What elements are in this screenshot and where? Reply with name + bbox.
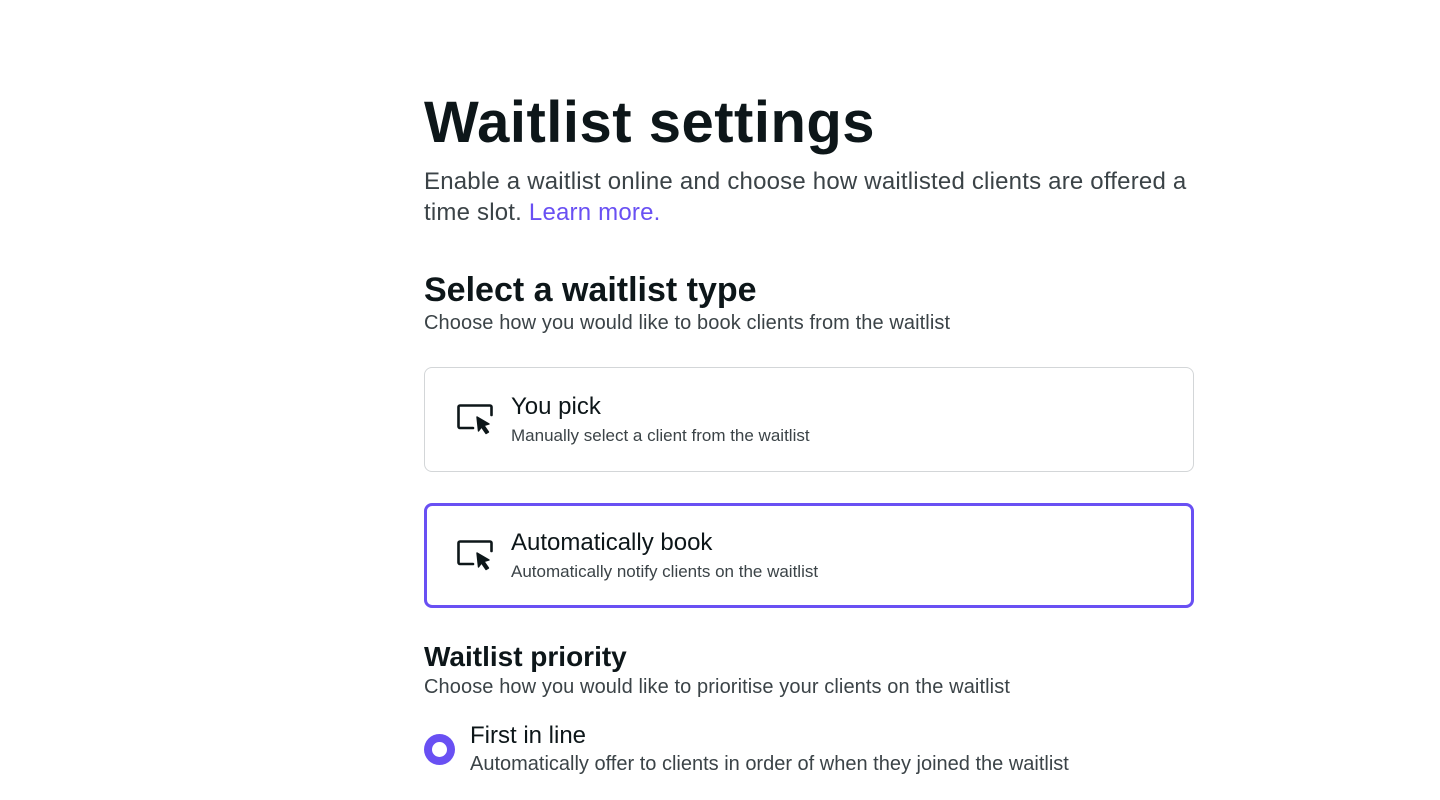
radio-selected-dot: [432, 742, 447, 757]
first-in-line-label[interactable]: First in line: [470, 721, 586, 751]
waitlist-type-description: Choose how you would like to book client…: [424, 312, 951, 334]
page-description: Enable a waitlist online and choose how …: [424, 166, 1194, 228]
waitlist-priority-title: Waitlist priority: [424, 641, 627, 672]
learn-more-link[interactable]: Learn more.: [529, 199, 661, 226]
option-title: Automatically book: [511, 529, 713, 556]
waitlist-type-option-automatically-book[interactable]: Automatically book Automatically notify …: [424, 503, 1194, 608]
screen-cursor-icon: [457, 540, 493, 571]
page-title: Waitlist settings: [424, 90, 876, 155]
option-subtitle: Manually select a client from the waitli…: [511, 426, 810, 445]
first-in-line-radio[interactable]: [424, 734, 455, 765]
page: Waitlist settings Enable a waitlist onli…: [0, 0, 1440, 800]
waitlist-type-title: Select a waitlist type: [424, 271, 757, 309]
waitlist-priority-description: Choose how you would like to prioritise …: [424, 676, 1010, 698]
option-subtitle: Automatically notify clients on the wait…: [511, 562, 819, 581]
waitlist-type-option-you-pick[interactable]: You pick Manually select a client from t…: [424, 367, 1194, 472]
option-title: You pick: [511, 393, 601, 420]
screen-cursor-icon: [457, 404, 493, 435]
first-in-line-description: Automatically offer to clients in order …: [470, 753, 1069, 775]
